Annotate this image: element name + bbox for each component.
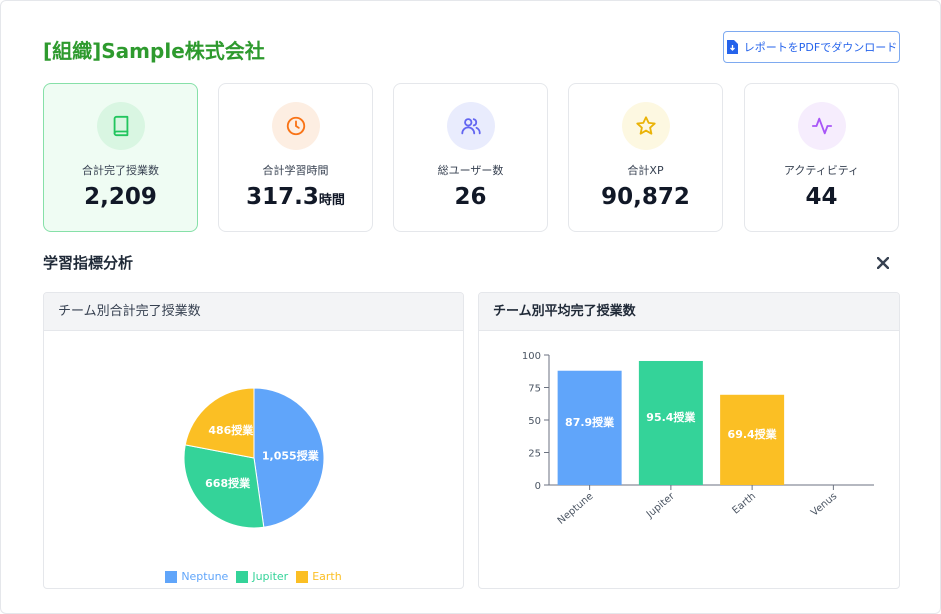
organization-title: [組織]Sample株式会社 xyxy=(43,39,265,63)
section-title: 学習指標分析 xyxy=(43,254,134,272)
clock-icon xyxy=(272,102,320,150)
x-tick-label: Neptune xyxy=(556,491,596,527)
y-tick-label: 50 xyxy=(528,416,541,427)
stat-label: 総ユーザー数 xyxy=(437,164,504,177)
legend-item-earth[interactable]: Earth xyxy=(296,570,342,583)
bar-value-label: 95.4授業 xyxy=(646,410,696,424)
stat-card-study-time[interactable]: 合計学習時間 317.3時間 xyxy=(218,83,373,232)
bar-value-label: 87.9授業 xyxy=(565,415,615,429)
pie-slice-label: 1,055授業 xyxy=(262,448,320,462)
activity-icon xyxy=(798,102,846,150)
bar-chart-panel: チーム別平均完了授業数 0 25 50 75 100 87.9授業 Neptune 95.4授… xyxy=(478,292,900,589)
pie-chart-panel: チーム別合計完了授業数 1,055授業 668授業 486授業 Neptune Jup… xyxy=(43,292,464,589)
file-download-icon xyxy=(726,40,738,54)
pie-slice-label: 486授業 xyxy=(208,423,254,437)
legend-swatch xyxy=(165,570,178,583)
legend-item-neptune[interactable]: Neptune xyxy=(165,570,228,583)
users-icon xyxy=(447,102,495,150)
pie-chart: 1,055授業 668授業 486授業 xyxy=(183,387,325,529)
y-tick-label: 25 xyxy=(528,449,541,460)
stat-value: 44 xyxy=(805,184,838,210)
legend-label: Neptune xyxy=(181,570,229,583)
stat-card-completed-lessons[interactable]: 合計完了授業数 2,209 xyxy=(43,83,198,232)
stat-label: 合計XP xyxy=(627,164,664,177)
stat-label: 合計完了授業数 xyxy=(82,164,159,177)
legend-label: Earth xyxy=(312,570,342,583)
pie-slice-label: 668授業 xyxy=(205,476,251,490)
pie-chart-title: チーム別合計完了授業数 xyxy=(44,293,463,331)
bar-chart-title: チーム別平均完了授業数 xyxy=(479,293,899,331)
legend-label: Jupiter xyxy=(252,570,289,583)
legend-swatch xyxy=(236,570,249,583)
x-tick-label: Earth xyxy=(730,491,758,517)
close-icon[interactable] xyxy=(873,253,893,273)
stat-value: 26 xyxy=(454,184,487,210)
stat-label: アクティビティ xyxy=(783,164,860,177)
download-pdf-button[interactable]: レポートをPDFでダウンロード xyxy=(723,31,900,63)
x-tick-label: Venus xyxy=(809,491,839,519)
legend-swatch xyxy=(296,570,309,583)
star-icon xyxy=(622,102,670,150)
y-tick-label: 100 xyxy=(522,351,541,362)
stat-card-total-xp[interactable]: 合計XP 90,872 xyxy=(568,83,723,232)
x-tick-label: Jupiter xyxy=(644,490,677,521)
stat-value: 2,209 xyxy=(84,184,157,210)
y-tick-label: 75 xyxy=(528,384,541,395)
bar-value-label: 69.4授業 xyxy=(728,427,778,441)
book-icon xyxy=(97,102,145,150)
pie-legend: Neptune Jupiter Earth xyxy=(44,570,463,583)
y-tick-label: 0 xyxy=(535,481,541,492)
report-container: [組織]Sample株式会社 レポートをPDFでダウンロード 合計完了授業数 2… xyxy=(0,0,941,614)
stat-value: 90,872 xyxy=(601,184,690,210)
stat-value: 317.3時間 xyxy=(246,184,345,210)
legend-item-jupiter[interactable]: Jupiter xyxy=(236,570,288,583)
stat-card-activity[interactable]: アクティビティ 44 xyxy=(744,83,899,232)
stat-card-total-users[interactable]: 総ユーザー数 26 xyxy=(393,83,548,232)
bar-chart: 0 25 50 75 100 87.9授業 Neptune 95.4授業 Jupiter 69.4… xyxy=(522,351,874,527)
stat-label: 合計学習時間 xyxy=(262,164,329,177)
download-pdf-label: レポートをPDFでダウンロード xyxy=(743,41,898,54)
